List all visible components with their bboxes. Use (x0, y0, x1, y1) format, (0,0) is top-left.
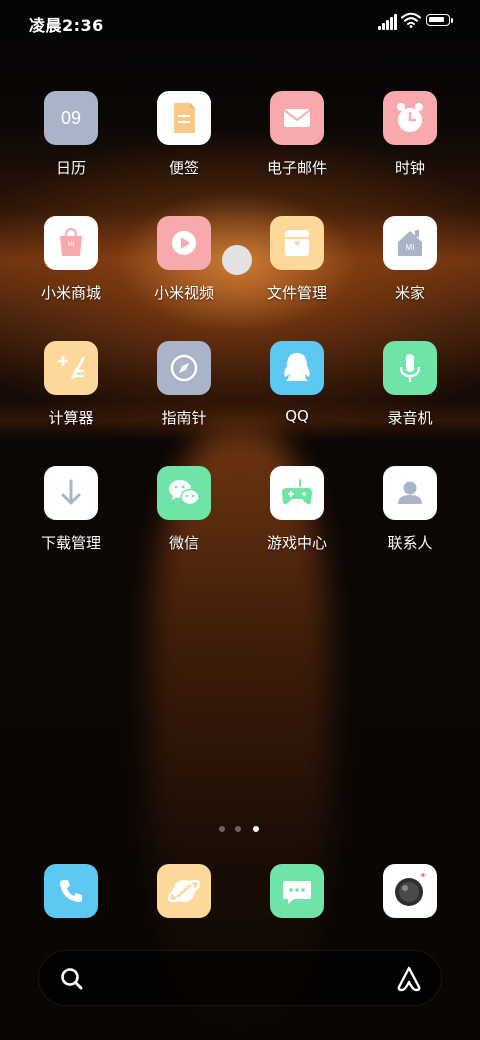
microphone-icon[interactable] (383, 341, 437, 395)
video-icon[interactable] (157, 216, 211, 270)
app-label: 小米商城 (40, 284, 101, 302)
status-bar: 凌晨2:36 (0, 0, 480, 44)
signal-icon (378, 14, 398, 30)
app-compass[interactable]: 指南针 (129, 341, 239, 428)
dock-camera[interactable] (383, 864, 437, 918)
app-qq[interactable]: QQ (242, 341, 352, 425)
app-label: 时钟 (394, 159, 425, 177)
page-dot[interactable] (235, 826, 241, 832)
mail-icon[interactable] (270, 91, 324, 145)
app-mijia[interactable]: MI 米家 (355, 216, 465, 303)
mi-store-icon[interactable]: MI (44, 216, 98, 270)
notes-icon[interactable] (157, 91, 211, 145)
page-dot-active[interactable] (253, 826, 259, 832)
phone-icon (60, 880, 82, 902)
app-clock[interactable]: 时钟 (355, 91, 465, 178)
battery-level (429, 17, 444, 22)
app-label: 米家 (394, 284, 425, 302)
mi-logo-text: MI (67, 242, 75, 248)
app-label: 计算器 (48, 409, 94, 427)
assistant-icon[interactable] (395, 965, 423, 993)
calendar-icon[interactable]: 09 (44, 91, 98, 145)
dock-phone[interactable] (44, 864, 98, 918)
compass-icon[interactable] (157, 341, 211, 395)
app-gamepad[interactable]: 游戏中心 (242, 466, 352, 553)
calculator-icon[interactable] (44, 341, 98, 395)
app-contacts[interactable]: 联系人 (355, 466, 465, 553)
folder-icon[interactable] (270, 216, 324, 270)
app-label: 录音机 (387, 409, 433, 427)
messages-icon (283, 881, 311, 904)
app-label: 联系人 (387, 534, 433, 552)
browser-icon (167, 879, 201, 903)
app-calculator[interactable]: 计算器 (16, 341, 126, 428)
mijia-icon[interactable]: MI (383, 216, 437, 270)
camera-icon (395, 873, 425, 906)
gamepad-icon[interactable] (270, 466, 324, 520)
app-label: QQ (285, 407, 309, 425)
app-label: 游戏中心 (266, 534, 327, 552)
app-calendar[interactable]: 09 日历 (16, 91, 126, 178)
app-microphone[interactable]: 录音机 (355, 341, 465, 428)
app-notes[interactable]: 便签 (129, 91, 239, 178)
app-video[interactable]: 小米视频 (129, 216, 239, 303)
wifi-icon (401, 12, 421, 28)
qq-icon[interactable] (270, 341, 324, 395)
app-mi-store[interactable]: MI 小米商城 (16, 216, 126, 303)
battery-icon (426, 14, 453, 26)
wechat-icon[interactable] (157, 466, 211, 520)
app-label: 电子邮件 (266, 159, 327, 177)
app-label: 指南针 (161, 409, 207, 427)
search-bar[interactable] (38, 950, 442, 1006)
dock-browser[interactable] (157, 864, 211, 918)
page-dot[interactable] (219, 826, 225, 832)
dock-messages[interactable] (270, 864, 324, 918)
mi-logo-text: MI (405, 243, 415, 252)
clock-icon[interactable] (383, 91, 437, 145)
app-label: 日历 (55, 159, 86, 177)
app-download[interactable]: 下载管理 (16, 466, 126, 553)
app-label: 小米视频 (153, 284, 214, 302)
app-label: 下载管理 (40, 534, 101, 552)
app-mail[interactable]: 电子邮件 (242, 91, 352, 178)
search-icon[interactable] (59, 966, 85, 992)
calendar-date: 09 (60, 107, 82, 128)
app-label: 便签 (168, 159, 199, 177)
contacts-icon[interactable] (383, 466, 437, 520)
app-label: 文件管理 (266, 284, 327, 302)
app-label: 微信 (168, 534, 199, 552)
status-time: 凌晨2:36 (29, 16, 104, 35)
app-wechat[interactable]: 微信 (129, 466, 239, 553)
app-folder[interactable]: 文件管理 (242, 216, 352, 303)
download-icon[interactable] (44, 466, 98, 520)
